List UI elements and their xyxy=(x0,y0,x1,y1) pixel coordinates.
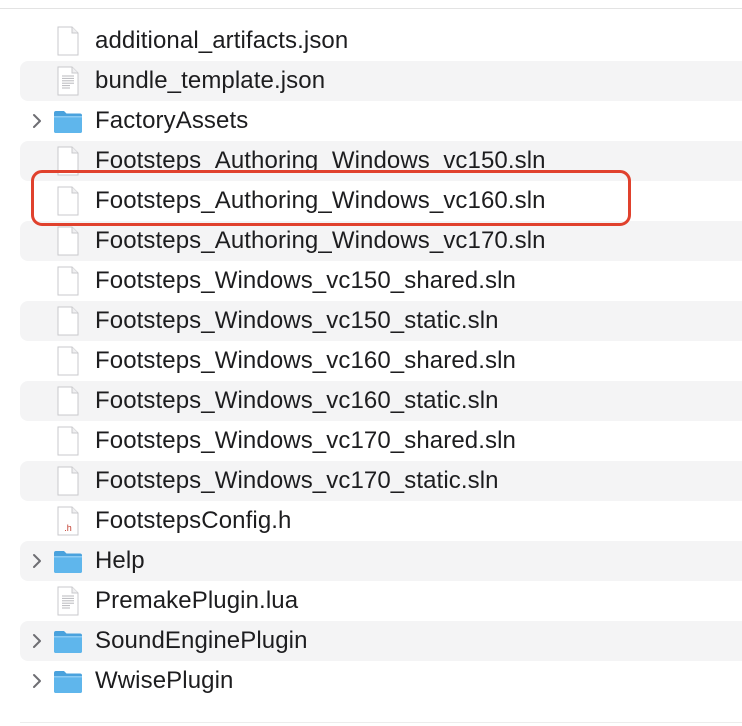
file-row-authoring-vc170[interactable]: Footsteps_Authoring_Windows_vc170.sln xyxy=(20,221,742,261)
folder-name: FactoryAssets xyxy=(95,107,249,134)
file-name: Footsteps_Windows_vc160_static.sln xyxy=(95,387,499,414)
file-name: FootstepsConfig.h xyxy=(95,507,292,534)
file-row-vc170-static[interactable]: Footsteps_Windows_vc170_static.sln xyxy=(20,461,742,501)
document-icon xyxy=(52,65,84,97)
file-row-footstepsconfig[interactable]: .h FootstepsConfig.h xyxy=(20,501,742,541)
document-icon xyxy=(52,425,84,457)
document-icon xyxy=(52,345,84,377)
chevron-right-icon[interactable] xyxy=(29,633,45,649)
file-name: Footsteps_Windows_vc170_static.sln xyxy=(95,467,499,494)
file-row-vc150-static[interactable]: Footsteps_Windows_vc150_static.sln xyxy=(20,301,742,341)
document-icon xyxy=(52,265,84,297)
file-name: bundle_template.json xyxy=(95,67,326,94)
chevron-right-icon[interactable] xyxy=(29,673,45,689)
file-list: additional_artifacts.json bundle_templat… xyxy=(0,21,742,701)
file-row-vc160-static[interactable]: Footsteps_Windows_vc160_static.sln xyxy=(20,381,742,421)
chevron-right-icon[interactable] xyxy=(29,553,45,569)
header-file-icon: .h xyxy=(52,505,84,537)
document-icon xyxy=(52,585,84,617)
file-row-bundle-template[interactable]: bundle_template.json xyxy=(20,61,742,101)
file-name: Footsteps_Windows_vc150_shared.sln xyxy=(95,267,516,294)
folder-icon xyxy=(52,665,84,697)
file-name: Footsteps_Authoring_Windows_vc150.sln xyxy=(95,147,546,174)
file-row-authoring-vc160[interactable]: Footsteps_Authoring_Windows_vc160.sln xyxy=(20,181,742,221)
document-icon xyxy=(52,185,84,217)
file-name: Footsteps_Authoring_Windows_vc170.sln xyxy=(95,227,546,254)
list-top-divider xyxy=(0,8,742,9)
folder-icon xyxy=(52,625,84,657)
file-name: Footsteps_Windows_vc150_static.sln xyxy=(95,307,499,334)
folder-row-wwiseplugin[interactable]: WwisePlugin xyxy=(20,661,742,701)
folder-row-help[interactable]: Help xyxy=(20,541,742,581)
document-icon xyxy=(52,465,84,497)
list-bottom-divider xyxy=(20,722,742,723)
document-icon xyxy=(52,145,84,177)
file-row-vc150-shared[interactable]: Footsteps_Windows_vc150_shared.sln xyxy=(20,261,742,301)
svg-text:.h: .h xyxy=(64,523,72,533)
file-name: additional_artifacts.json xyxy=(95,27,349,54)
file-name: Footsteps_Windows_vc170_shared.sln xyxy=(95,427,516,454)
file-row-additional-artifacts[interactable]: additional_artifacts.json xyxy=(20,21,742,61)
finder-window: additional_artifacts.json bundle_templat… xyxy=(0,0,742,726)
file-name: Footsteps_Authoring_Windows_vc160.sln xyxy=(95,187,546,214)
folder-name: WwisePlugin xyxy=(95,667,234,694)
document-icon xyxy=(52,305,84,337)
document-icon xyxy=(52,385,84,417)
chevron-right-icon[interactable] xyxy=(29,113,45,129)
folder-icon xyxy=(52,545,84,577)
file-row-authoring-vc150[interactable]: Footsteps_Authoring_Windows_vc150.sln xyxy=(20,141,742,181)
folder-name: SoundEnginePlugin xyxy=(95,627,308,654)
folder-row-soundengineplugin[interactable]: SoundEnginePlugin xyxy=(20,621,742,661)
file-row-vc160-shared[interactable]: Footsteps_Windows_vc160_shared.sln xyxy=(20,341,742,381)
file-name: PremakePlugin.lua xyxy=(95,587,299,614)
file-row-vc170-shared[interactable]: Footsteps_Windows_vc170_shared.sln xyxy=(20,421,742,461)
folder-icon xyxy=(52,105,84,137)
folder-row-factoryassets[interactable]: FactoryAssets xyxy=(20,101,742,141)
file-name: Footsteps_Windows_vc160_shared.sln xyxy=(95,347,516,374)
folder-name: Help xyxy=(95,547,145,574)
file-row-premakeplugin[interactable]: PremakePlugin.lua xyxy=(20,581,742,621)
document-icon xyxy=(52,225,84,257)
document-icon xyxy=(52,25,84,57)
